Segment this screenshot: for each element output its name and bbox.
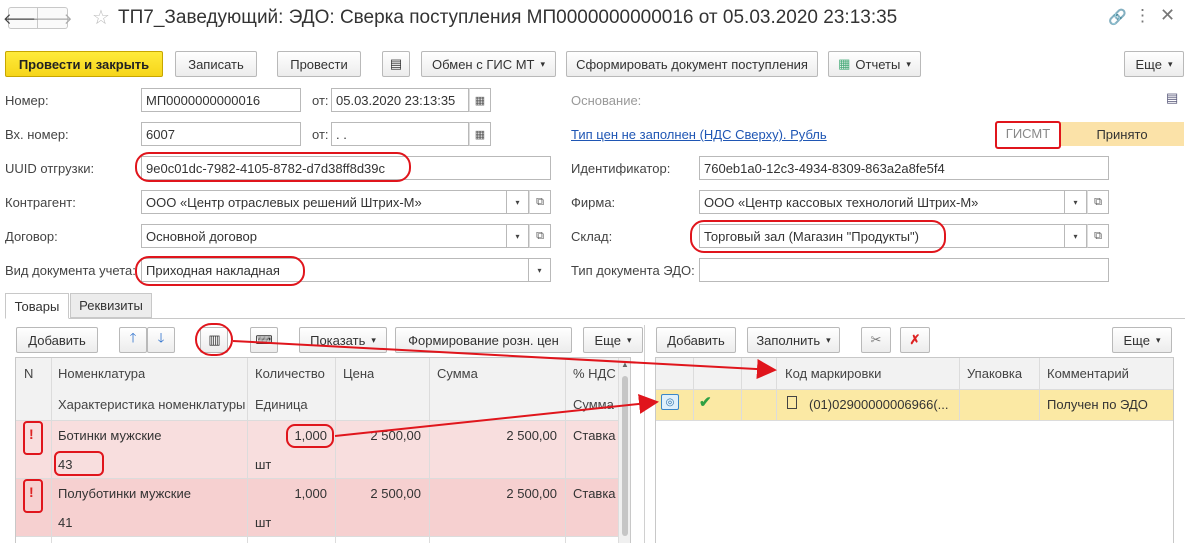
arrow-barcode-to-code <box>232 340 777 380</box>
annotation-arrows <box>232 340 777 437</box>
arrow-qty-to-code <box>334 393 659 437</box>
